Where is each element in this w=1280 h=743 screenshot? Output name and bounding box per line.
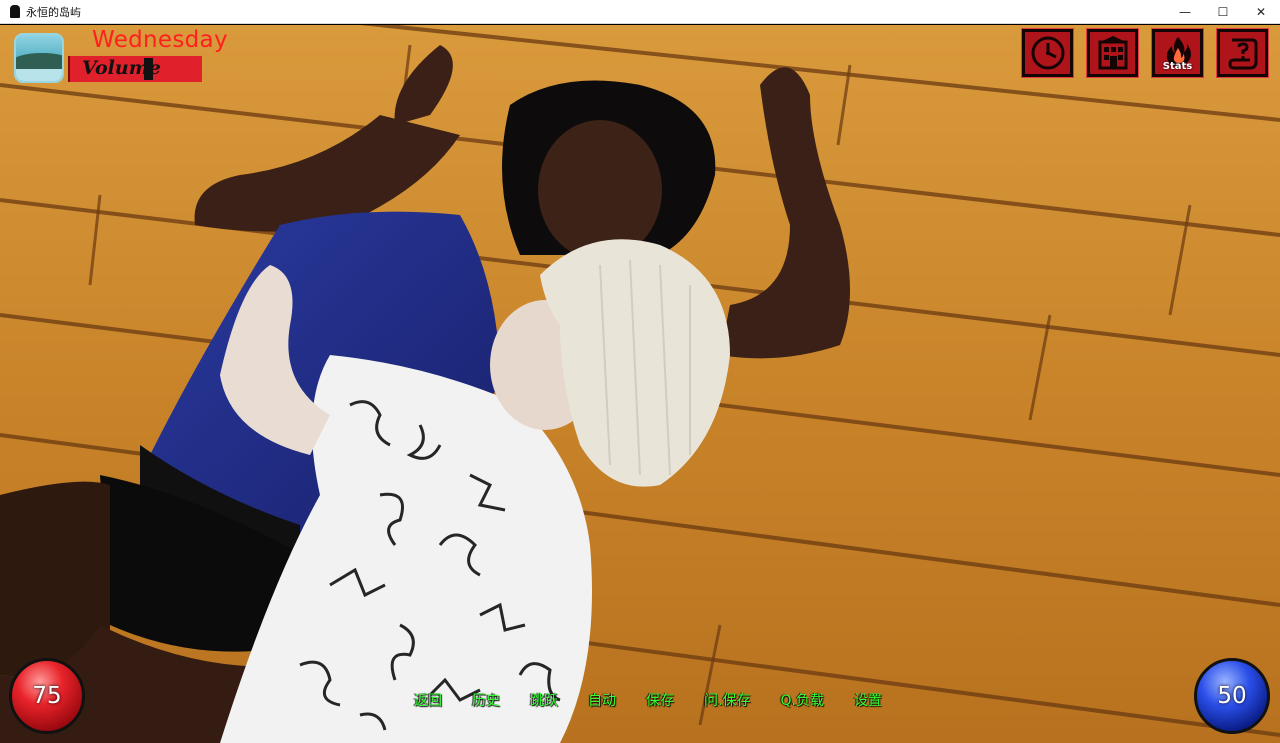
day-label: Wednesday: [92, 27, 228, 53]
clock-icon[interactable]: [1021, 28, 1074, 78]
close-button[interactable]: ✕: [1242, 0, 1280, 24]
health-orb: 75: [9, 658, 85, 734]
mana-orb: 50: [1194, 658, 1270, 734]
hud-icon-bar: Stats: [1021, 28, 1269, 78]
quick-menu-auto[interactable]: 自动: [588, 690, 616, 710]
window-title: 永恒的岛屿: [26, 5, 81, 19]
quick-menu-quick-save[interactable]: 问.保存: [704, 690, 750, 710]
window-titlebar: 永恒的岛屿 — ☐ ✕: [0, 0, 1280, 24]
maximize-button[interactable]: ☐: [1204, 0, 1242, 24]
quick-menu-quick-load[interactable]: Q.负载: [780, 690, 823, 710]
quick-menu-save[interactable]: 保存: [646, 690, 674, 710]
app-icon: [10, 5, 20, 18]
clock-icon-graphic: [1031, 36, 1064, 70]
stats-fire-icon[interactable]: Stats: [1151, 28, 1204, 78]
volume-slider-handle[interactable]: [144, 58, 153, 80]
quick-menu-settings[interactable]: 设置: [854, 690, 882, 710]
stats-label: Stats: [1162, 61, 1193, 72]
scroll-icon-graphic: [1227, 38, 1257, 70]
quick-menu: 返回 历史 跳跃 自动 保存 问.保存 Q.负载 设置: [414, 690, 912, 710]
quick-menu-back[interactable]: 返回: [414, 690, 442, 710]
location-thumbnail[interactable]: [14, 33, 64, 83]
building-icon[interactable]: [1086, 28, 1139, 78]
volume-slider[interactable]: Volume: [68, 56, 202, 82]
building-icon-graphic: [1097, 36, 1128, 70]
quick-menu-skip[interactable]: 跳跃: [530, 690, 558, 710]
thumbnail-water: [16, 69, 62, 81]
game-viewport[interactable]: Wednesday Volume Stats 75 50: [0, 25, 1280, 743]
minimize-button[interactable]: —: [1166, 0, 1204, 24]
window-controls: — ☐ ✕: [1166, 0, 1280, 24]
help-scroll-icon[interactable]: [1216, 28, 1269, 78]
quick-menu-history[interactable]: 历史: [472, 690, 500, 710]
scene-artwork: [0, 25, 1280, 743]
